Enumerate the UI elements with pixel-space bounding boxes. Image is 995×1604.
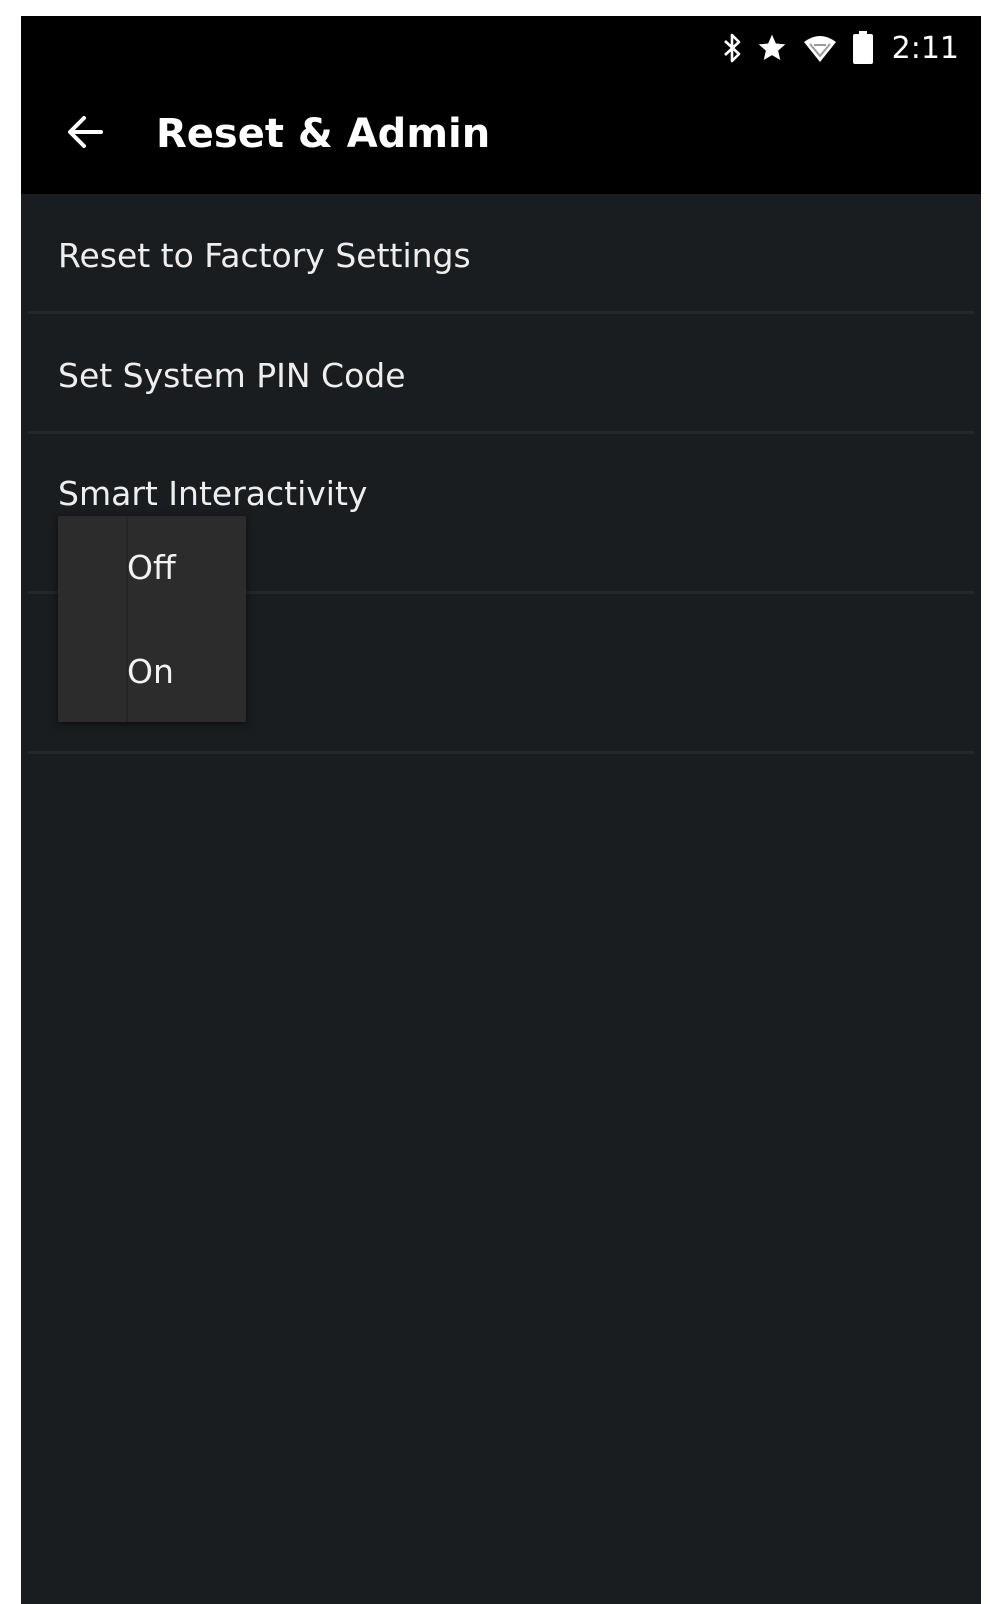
dropdown-option-on[interactable]: On	[58, 619, 246, 722]
dropdown-option-off[interactable]: Off	[58, 516, 246, 619]
menu-item-reset-factory[interactable]: Reset to Factory Settings	[28, 194, 974, 314]
back-button[interactable]	[61, 108, 109, 156]
dropdown-option-label: On	[127, 652, 174, 691]
menu-item-label: Reset to Factory Settings	[58, 236, 471, 275]
dropdown-option-label: Off	[127, 548, 176, 587]
star-icon	[756, 32, 788, 64]
back-arrow-icon	[68, 116, 103, 148]
smart-interactivity-dropdown: Off On	[58, 516, 246, 722]
app-bar: Reset & Admin	[21, 80, 981, 194]
status-icons: 2:11	[722, 26, 959, 70]
battery-icon	[852, 31, 874, 65]
status-bar: 2:11	[21, 16, 981, 80]
phone-screen: 2:11 Reset & Admin Reset to Factory Sett…	[21, 16, 981, 1604]
wifi-icon	[802, 32, 838, 64]
menu-item-system-pin[interactable]: Set System PIN Code	[28, 314, 974, 434]
menu-item-label: Smart Interactivity	[58, 474, 368, 513]
page-title: Reset & Admin	[156, 111, 491, 157]
menu-item-label: Set System PIN Code	[58, 356, 406, 395]
bluetooth-icon	[722, 32, 742, 64]
status-time: 2:11	[891, 30, 959, 66]
